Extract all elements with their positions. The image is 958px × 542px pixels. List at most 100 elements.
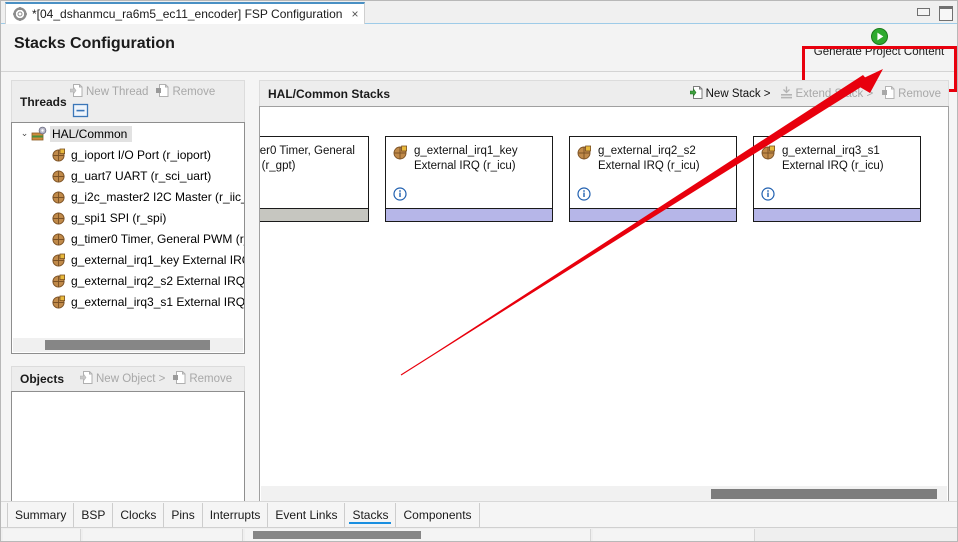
stack-box-type: External IRQ (r_icu) [782,160,884,172]
tree-item-module[interactable]: g_external_irq2_s2 External IRQ ( [12,270,244,291]
stacks-canvas[interactable]: _timer0 Timer, General WM (r_gpt) [259,106,949,503]
threads-horizontal-scrollbar[interactable] [13,338,243,352]
module-icon [761,145,776,160]
page-header: Stacks Configuration Generate Project Co… [1,24,957,92]
status-cell [593,529,755,541]
module-icon [52,169,66,183]
tab-pins[interactable]: Pins [164,503,203,527]
tab-label: Event Links [275,508,338,522]
remove-icon [173,371,186,387]
threads-tree[interactable]: ⌄ HAL/Common g_ioport I/O Port (r_ioport… [11,122,245,354]
stack-box-header: g_external_irq2_s2 External IRQ (r_icu) [570,137,736,174]
tab-summary[interactable]: Summary [7,503,75,527]
tab-bsp[interactable]: BSP [74,503,114,527]
module-icon [52,295,66,309]
tree-item-label: g_external_irq2_s2 External IRQ ( [71,273,244,288]
new-stack-button[interactable]: New Stack > [689,86,771,102]
extend-stack-icon [780,86,793,102]
info-icon[interactable] [761,187,775,201]
stacks-actions: New Stack > Extend Stack > Remove [689,86,941,102]
tree-item-module[interactable]: g_ioport I/O Port (r_ioport) [12,144,244,165]
stack-box-name: g_external_irq1_key [414,145,518,157]
tree-item-module[interactable]: g_uart7 UART (r_sci_uart) [12,165,244,186]
tab-label: Interrupts [209,508,261,522]
stack-box-type: External IRQ (r_icu) [598,160,700,172]
tree-item-module[interactable]: g_external_irq3_s1 External IRQ ( [12,291,244,312]
stack-box-external-irq1-key[interactable]: g_external_irq1_key External IRQ (r_icu) [385,136,553,222]
tree-item-label: g_external_irq1_key External IRQ [71,252,244,267]
remove-thread-button[interactable]: Remove [156,84,215,100]
stack-box-name: g_external_irq3_s1 [782,145,880,157]
module-icon [577,145,592,160]
stack-box-footer [386,208,552,221]
play-icon [870,28,888,45]
tab-components[interactable]: Components [396,503,480,527]
tree-item-label: HAL/Common [50,125,133,142]
tree-item-module[interactable]: g_external_irq1_key External IRQ [12,249,244,270]
info-icon[interactable] [393,187,407,201]
chevron-down-icon[interactable]: ⌄ [18,128,31,139]
module-icon [52,211,66,225]
new-object-button[interactable]: New Object > [79,371,165,387]
stack-box-header: g_external_irq3_s1 External IRQ (r_icu) [754,137,920,174]
extend-stack-button[interactable]: Extend Stack > [780,86,873,102]
tree-item-label: g_i2c_master2 I2C Master (r_iic_r [71,189,244,204]
stacks-panel: HAL/Common Stacks New Stack > Extend Sta… [259,80,949,503]
tab-label: Components [403,508,472,522]
module-icon [393,145,408,160]
new-thread-button[interactable]: New Thread [69,84,149,100]
stack-box-external-irq3-s1[interactable]: g_external_irq3_s1 External IRQ (r_icu) [753,136,921,222]
remove-icon [156,84,169,100]
close-icon[interactable]: × [351,8,358,20]
generate-project-content-button[interactable]: Generate Project Content [805,26,953,71]
tree-item-label: g_timer0 Timer, General PWM (r_ [71,231,244,246]
stacks-toolbar: HAL/Common Stacks New Stack > Extend Sta… [259,80,949,106]
scrollbar-thumb[interactable] [711,489,937,499]
remove-icon [882,86,895,102]
tree-item-hal-common[interactable]: ⌄ HAL/Common [12,123,244,144]
new-thread-label: New Thread [86,86,149,98]
editor-tab-fsp-configuration[interactable]: *[04_dshanmcu_ra6m5_ec11_encoder] FSP Co… [5,2,366,24]
tab-clocks[interactable]: Clocks [113,503,165,527]
gear-icon [13,7,27,21]
stack-box-footer [754,208,920,221]
tab-label: BSP [81,508,106,522]
stack-box-external-irq2-s2[interactable]: g_external_irq2_s2 External IRQ (r_icu) [569,136,737,222]
tab-label: Clocks [120,508,157,522]
tab-event-links[interactable]: Event Links [268,503,346,527]
threads-panel: Threads New Thread Remove ⌄ HAL/Common g… [11,80,245,354]
bottom-status-strip [1,527,957,541]
fsp-configuration-window: *[04_dshanmcu_ra6m5_ec11_encoder] FSP Co… [0,0,958,542]
objects-actions: New Object > Remove [79,371,232,387]
remove-object-button[interactable]: Remove [173,371,232,387]
maximize-icon[interactable] [938,5,953,21]
stacks-horizontal-scrollbar[interactable] [261,486,947,501]
objects-list[interactable] [11,391,245,503]
tree-item-module[interactable]: g_i2c_master2 I2C Master (r_iic_r [12,186,244,207]
page-title: Stacks Configuration [14,35,175,52]
tab-label: Pins [171,508,195,522]
stack-box-footer [260,208,368,221]
window-controls [915,5,953,21]
remove-stack-button[interactable]: Remove [882,86,941,102]
tab-stacks[interactable]: Stacks [345,503,397,527]
tab-label: Stacks [352,508,389,522]
stack-box-timer0[interactable]: _timer0 Timer, General WM (r_gpt) [259,136,369,222]
scrollbar-thumb[interactable] [45,340,210,350]
status-cell [3,529,81,541]
scrollbar-thumb[interactable] [253,531,421,539]
info-icon[interactable] [577,187,591,201]
tree-item-module[interactable]: g_timer0 Timer, General PWM (r_ [12,228,244,249]
tree-item-label: g_uart7 UART (r_sci_uart) [71,168,212,183]
tree-item-label: g_spi1 SPI (r_spi) [71,210,167,225]
stack-box-row: _timer0 Timer, General WM (r_gpt) [260,136,921,222]
stack-box-type: WM (r_gpt) [260,160,296,172]
stack-box-name: _timer0 Timer, General [259,145,355,157]
tree-item-module[interactable]: g_spi1 SPI (r_spi) [12,207,244,228]
remove-thread-label: Remove [172,86,216,98]
collapse-all-icon[interactable] [72,103,89,118]
minimize-icon[interactable] [915,5,930,18]
threads-actions: New Thread Remove [69,84,215,100]
tab-interrupts[interactable]: Interrupts [203,503,269,527]
new-stack-icon [689,86,703,102]
